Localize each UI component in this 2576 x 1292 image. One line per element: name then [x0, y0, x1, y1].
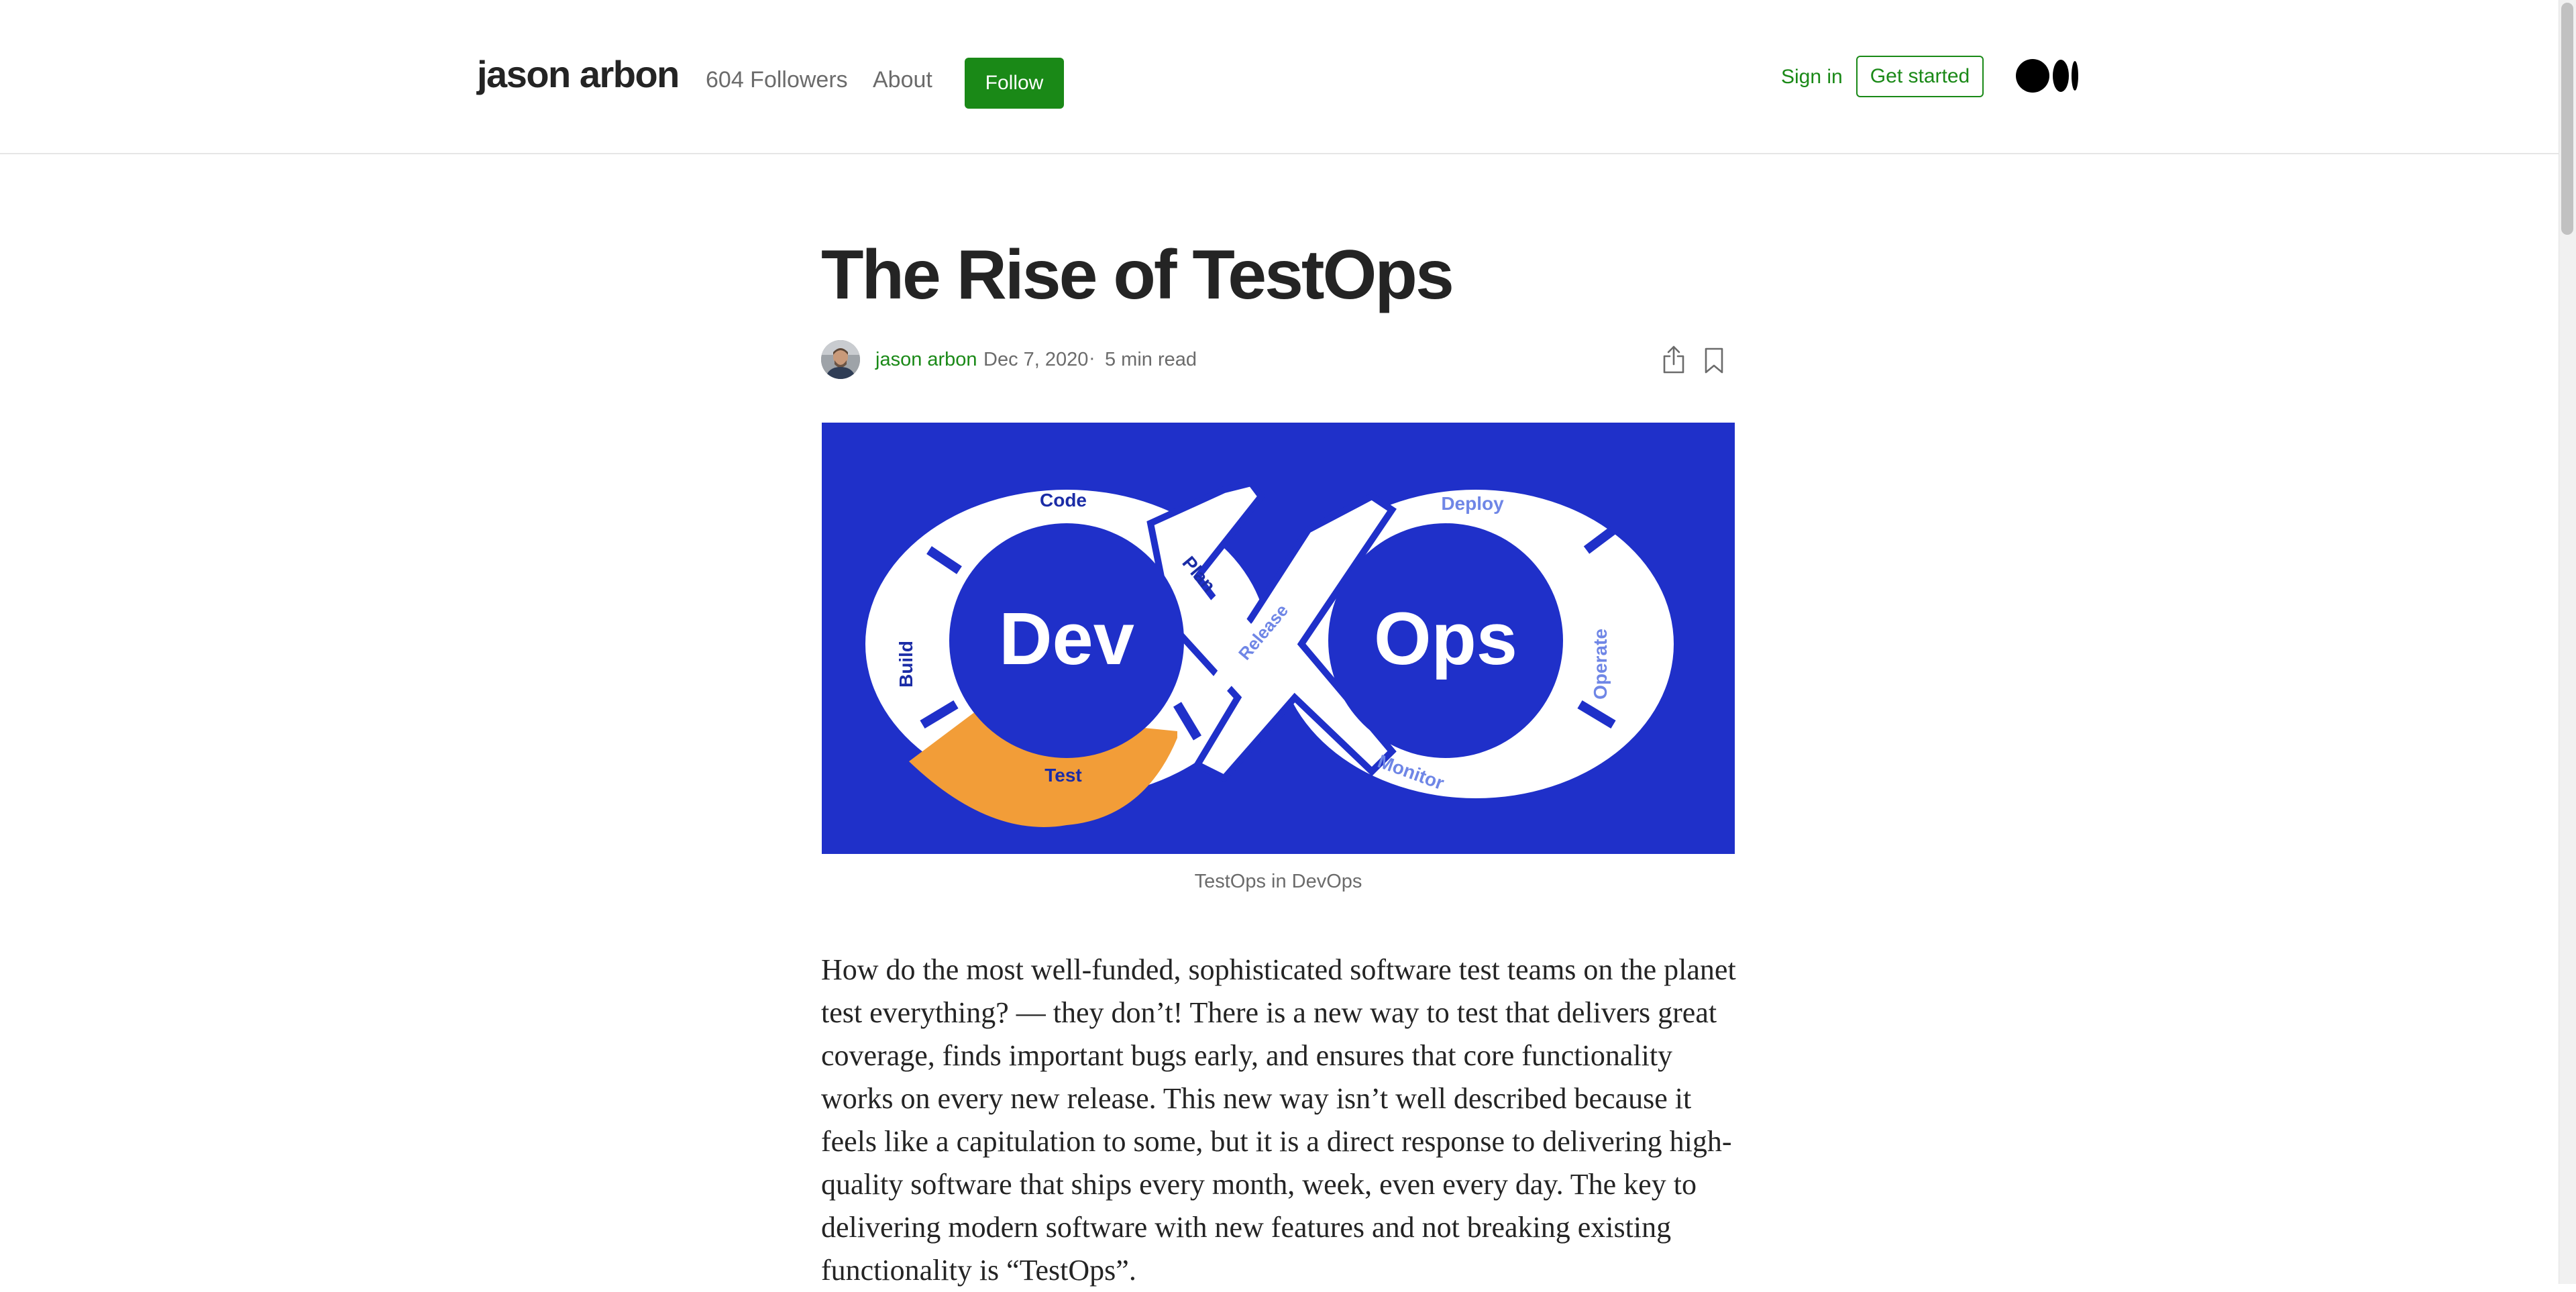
stage-operate-label: Operate [1590, 629, 1611, 700]
image-caption: TestOps in DevOps [1194, 871, 1362, 892]
scrollbar-thumb[interactable] [2561, 3, 2573, 235]
stage-code-label: Code [1040, 490, 1087, 510]
dev-label: Dev [999, 598, 1134, 680]
sign-in-link[interactable]: Sign in [1781, 66, 1843, 89]
followers-count-link[interactable]: 604 Followers [706, 67, 848, 93]
publish-date: Dec 7, 2020 [983, 349, 1089, 370]
article-title: The Rise of TestOps [821, 236, 1454, 314]
medium-logo-icon[interactable] [2016, 58, 2080, 94]
follow-button[interactable]: Follow [965, 58, 1064, 109]
stage-deploy-label: Deploy [1441, 493, 1504, 514]
about-link[interactable]: About [873, 67, 932, 93]
ops-label: Ops [1374, 598, 1517, 680]
article-paragraph: How do the most well-funded, sophisticat… [821, 953, 1736, 1287]
meta-separator: · [1089, 347, 1095, 369]
author-name-link[interactable]: jason arbon [875, 349, 977, 371]
top-navigation-bar [0, 0, 2559, 154]
bookmark-icon[interactable] [1703, 347, 1725, 375]
author-avatar[interactable] [821, 340, 860, 379]
get-started-button[interactable]: Get started [1856, 56, 1984, 97]
share-icon[interactable] [1660, 344, 1687, 375]
avatar-photo [821, 340, 860, 379]
read-time: 5 min read [1105, 349, 1197, 370]
publication-name[interactable]: jason arbon [477, 52, 680, 96]
devops-loop-image: Dev Ops Code Build Test Plan Release Dep… [822, 423, 1735, 854]
stage-test-label: Test [1044, 765, 1082, 786]
stage-build-label: Build [896, 641, 916, 688]
